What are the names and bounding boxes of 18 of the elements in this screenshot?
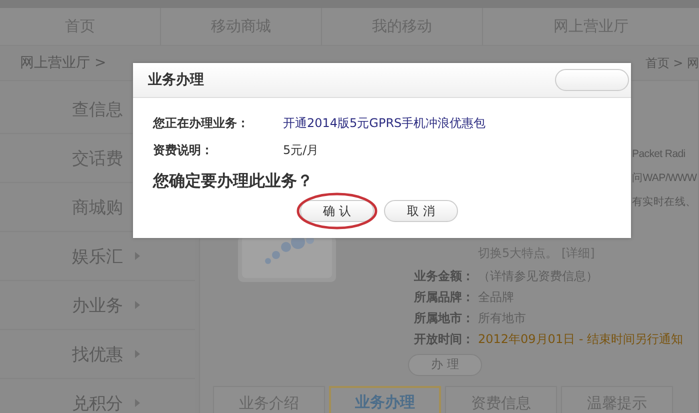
- triangle-right-icon: [135, 301, 140, 309]
- triangle-right-icon: [135, 399, 140, 407]
- info-label: 开放时间：: [414, 331, 475, 348]
- field-value: 开通2014版5元GPRS手机冲浪优惠包: [283, 115, 486, 132]
- header-button[interactable]: [555, 69, 629, 91]
- tab[interactable]: 业务办理: [329, 386, 441, 413]
- info-label: 所属地市：: [414, 310, 475, 327]
- description-text: 问WAP/WWW: [632, 171, 697, 186]
- cancel-button[interactable]: 取 消: [384, 200, 458, 222]
- triangle-right-icon: [135, 350, 140, 358]
- field-value: 5元/月: [283, 142, 319, 159]
- info-label: 业务金额：: [414, 268, 475, 285]
- info-label: 所属品牌：: [414, 289, 475, 306]
- description-text: 有实时在线、: [632, 195, 696, 210]
- triangle-right-icon: [135, 252, 140, 260]
- info-value: 2012年09月01日 - 结束时间另行通知: [478, 331, 684, 348]
- confirm-button[interactable]: 确 认: [300, 200, 374, 222]
- description-text: Packet Radi: [632, 147, 686, 162]
